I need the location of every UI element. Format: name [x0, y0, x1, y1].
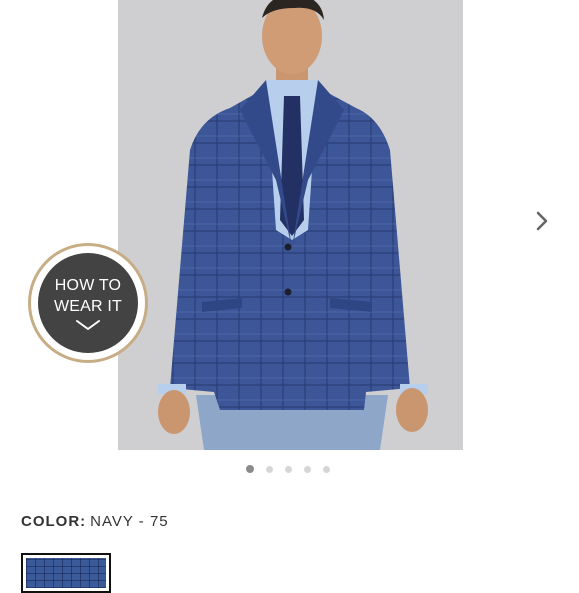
carousel-dot-5[interactable] [323, 465, 330, 473]
right-hand [396, 388, 428, 432]
how-to-wear-it-badge: HOW TO WEAR IT [38, 253, 138, 353]
jacket-button [284, 243, 292, 251]
jacket-button [284, 288, 292, 296]
tie [280, 96, 304, 236]
carousel-dot-4[interactable] [304, 465, 311, 473]
carousel-dot-2[interactable] [266, 465, 273, 473]
how-to-wear-it-line1: HOW TO [54, 277, 122, 294]
carousel-dot-1[interactable] [246, 465, 254, 473]
color-value: NAVY - 75 [90, 513, 169, 530]
carousel-dot-3[interactable] [285, 465, 292, 473]
how-to-wear-it-line2: WEAR IT [53, 298, 123, 315]
chevron-down-icon [76, 320, 100, 330]
chevron-right-icon [536, 211, 548, 231]
next-image-button[interactable] [528, 206, 556, 236]
carousel-pagination [246, 465, 330, 473]
color-selection-label: COLOR: NAVY - 75 [21, 513, 169, 530]
model-illustration [158, 0, 428, 450]
swatch-fabric [26, 558, 106, 588]
how-to-wear-it-button[interactable]: HOW TO WEAR IT [28, 243, 148, 363]
left-hand [158, 390, 190, 434]
color-swatch-navy[interactable] [21, 553, 111, 593]
product-image[interactable] [118, 0, 463, 450]
color-label: COLOR: [21, 513, 87, 530]
